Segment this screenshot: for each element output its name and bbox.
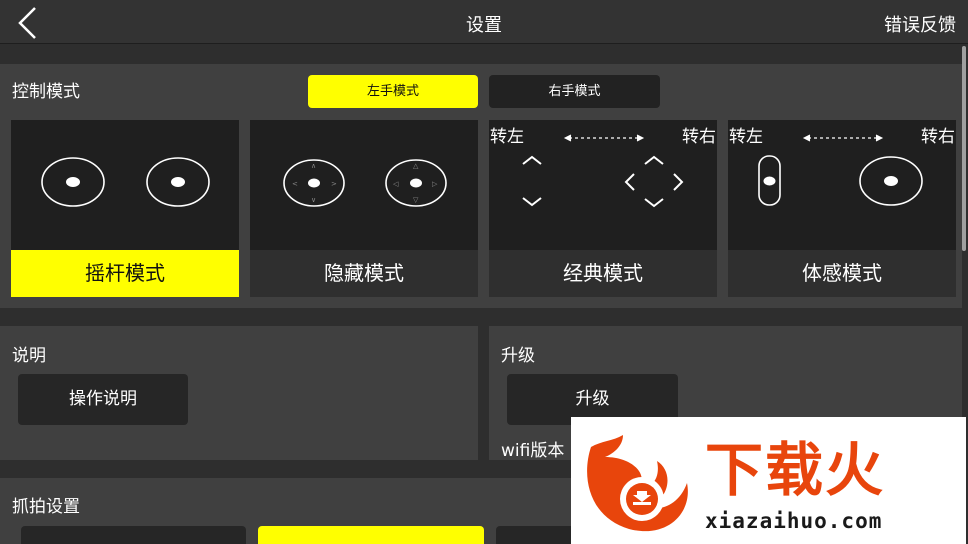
svg-text:∨: ∨: [311, 196, 316, 204]
left-hand-mode-button[interactable]: 左手模式: [308, 75, 478, 108]
upgrade-label: 升级: [501, 346, 535, 366]
scrollbar[interactable]: [962, 46, 966, 251]
turn-left-label: 转左: [729, 127, 763, 147]
turn-right-label: 转右: [682, 127, 716, 147]
capture-option-button[interactable]: [258, 526, 484, 544]
capture-settings-label: 抓拍设置: [12, 497, 80, 517]
control-mode-label: 控制模式: [12, 82, 80, 102]
right-hand-mode-button[interactable]: 右手模式: [489, 75, 660, 108]
watermark-title: 下载火: [705, 436, 886, 504]
wifi-version-label: wifi版本: [501, 441, 565, 461]
svg-text:△: △: [413, 162, 419, 170]
joystick-mode-card[interactable]: 摇杆模式: [11, 120, 239, 297]
svg-text:▷: ▷: [432, 180, 438, 188]
svg-text:>: >: [331, 180, 337, 188]
mode-card-label: 经典模式: [489, 250, 717, 297]
hidden-preview-icon: ∧ ∨ < > △ ▽ ◁ ▷: [283, 159, 447, 207]
svg-text:<: <: [292, 180, 298, 188]
motion-mode-card[interactable]: 转左 转右 体感模式: [728, 120, 956, 297]
watermark-domain: xiazaihuo.com: [705, 509, 883, 533]
page-title: 设置: [466, 15, 502, 36]
mode-card-label: 隐藏模式: [250, 250, 478, 297]
capture-option-button[interactable]: [496, 526, 572, 544]
classic-mode-card[interactable]: 转左 转右 经典模式: [489, 120, 717, 297]
capture-option-button[interactable]: [21, 526, 246, 544]
hidden-mode-card[interactable]: ∧ ∨ < > △ ▽ ◁ ▷ 隐藏模式: [250, 120, 478, 297]
top-bar: 设置 错误反馈: [0, 0, 968, 44]
operation-guide-button[interactable]: 操作说明: [18, 374, 188, 425]
flame-logo-icon: [587, 435, 688, 532]
mode-card-label: 体感模式: [728, 250, 956, 297]
svg-text:∧: ∧: [311, 162, 316, 170]
feedback-link[interactable]: 错误反馈: [884, 11, 956, 37]
mode-card-label: 摇杆模式: [11, 250, 239, 297]
watermark-overlay: 下载火 xiazaihuo.com: [571, 417, 966, 544]
turn-right-label: 转右: [921, 127, 955, 147]
svg-text:▽: ▽: [413, 196, 419, 204]
turn-left-label: 转左: [490, 127, 524, 147]
svg-text:◁: ◁: [393, 180, 399, 188]
instructions-label: 说明: [12, 346, 46, 366]
joystick-preview-icon: [41, 157, 210, 207]
